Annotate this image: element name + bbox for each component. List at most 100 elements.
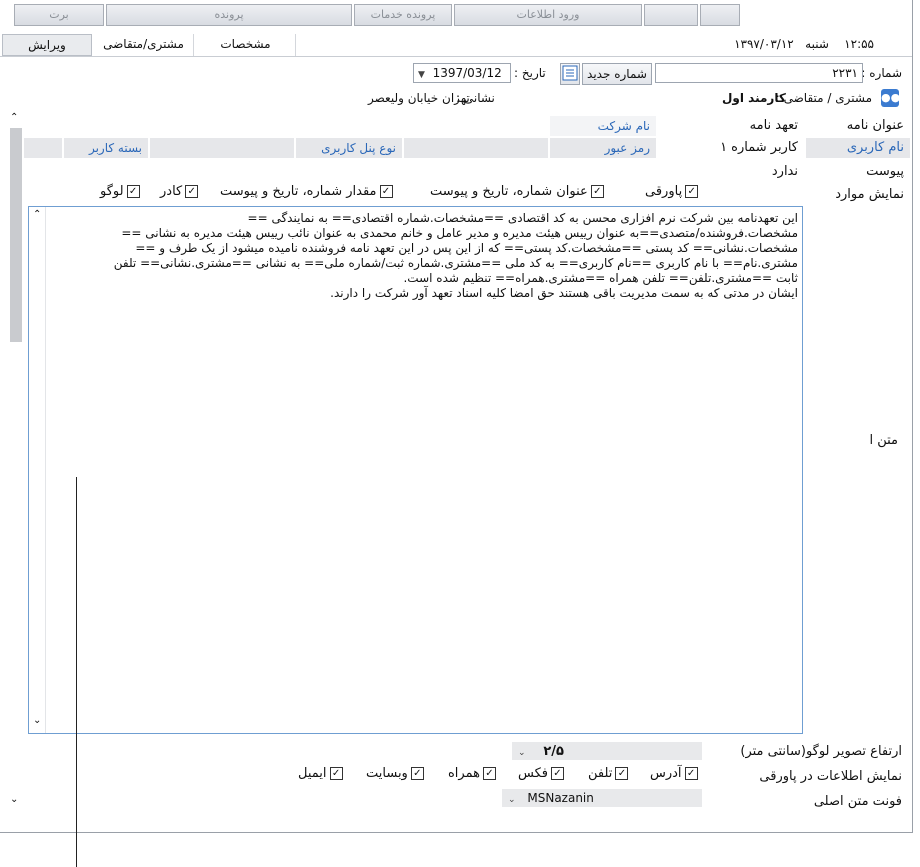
main-font-select[interactable]: ⌄ MSNazanin [502,789,702,807]
number-label: شماره : [861,66,902,80]
option-logo[interactable]: ✓لوگو [100,184,140,199]
footer-email-label: ایمیل [298,766,327,781]
title-label: عنوان نامه [846,118,904,133]
editor-line: این تعهدنامه بین شرکت نرم افزاری محسن به… [247,211,798,225]
editor-scrollbar[interactable]: ⌃ ⌄ [29,207,46,733]
option-value-number-date-label: مقدار شماره، تاریخ و پیوست [220,184,377,199]
footer-info-label: نمایش اطلاعات در پاورقی [759,769,902,784]
editor-line: مشخصات.فروشنده/متصدی==به عنوان رییس هیئت… [121,226,798,240]
tab-specs[interactable]: مشخصات [196,34,296,56]
company-name-field[interactable]: نام شرکت [550,116,656,136]
date: ۱۳۹۷/۰۳/۱۲ [734,37,794,51]
username-value[interactable]: کاربر شماره ۱ [658,138,804,158]
panel-type-value[interactable] [150,138,294,158]
top-tab-blank-1[interactable] [644,4,698,26]
footer-fax-label: فکس [518,766,548,781]
option-footer-label: پاورقی [645,184,683,199]
option-logo-label: لوگو [100,184,124,199]
number-input[interactable]: ۲۲۳۱ [655,63,863,83]
logo-height-label: ارتفاع تصویر لوگو(سانتی متر) [740,744,902,759]
checkbox-icon[interactable]: ✓ [685,185,699,198]
customer-label: مشتری / متقاضی : [775,91,872,105]
option-title-number-date-label: عنوان شماره، تاریخ و پیوست [430,184,588,199]
editor-content[interactable]: این تعهدنامه بین شرکت نرم افزاری محسن به… [47,211,798,301]
day: شنبه [805,37,829,51]
main-font-label: فونت متن اصلی [813,794,902,809]
checkbox-icon[interactable]: ✓ [410,767,424,780]
top-tab-services[interactable]: پرونده خدمات [354,4,452,26]
datetime: ۱۲:۵۵ شنبه ۱۳۹۷/۰۳/۱۲ [734,37,874,51]
main-window: برت پرونده پرونده خدمات ورود اطلاعات ویر… [0,0,913,867]
option-frame-label: کادر [160,184,183,199]
date-value: 1397/03/12 [432,66,502,80]
tab-customer[interactable]: مشتری/متقاضی [94,34,194,56]
footer-phone[interactable]: ✓تلفن [588,766,629,781]
checkbox-icon[interactable]: ✓ [482,767,496,780]
chevron-down-icon: ▼ [418,70,425,80]
new-number-button[interactable]: شماره جدید [582,63,652,85]
checkbox-icon[interactable]: ✓ [126,185,140,198]
checkbox-icon[interactable]: ✓ [615,767,629,780]
top-tab-blank-2[interactable] [700,4,740,26]
user-package-value[interactable] [24,138,62,158]
footer-website-label: وبسایت [366,766,408,781]
checkbox-icon[interactable]: ✓ [379,185,393,198]
editor-margin-line [76,477,77,867]
footer-mobile-label: همراه [448,766,480,781]
option-frame[interactable]: ✓کادر [160,184,199,199]
username-label: نام کاربری [806,138,910,158]
scroll-down-icon[interactable]: ⌄ [10,794,18,805]
customer-value: کارمند اول [722,91,786,105]
address-value: تهران خیابان ولیعصر [368,91,470,105]
title-value[interactable]: تعهد نامه [658,116,804,136]
letter-text-editor[interactable]: ⌃ ⌄ این تعهدنامه بین شرکت نرم افزاری محس… [28,206,803,867]
password-field[interactable]: رمز عبور [550,138,656,158]
footer-email[interactable]: ✓ایمیل [298,766,343,781]
date-label: تاریخ : [514,66,546,80]
panel-type-field[interactable]: نوع پنل کاربری [296,138,402,158]
footer-address-label: آدرس [650,766,682,781]
option-value-number-date[interactable]: ✓مقدار شماره، تاریخ و پیوست [220,184,393,199]
checkbox-icon[interactable]: ✓ [684,767,698,780]
date-picker[interactable]: ▼ 1397/03/12 [413,63,511,83]
chevron-down-icon: ⌄ [518,748,526,758]
checkbox-icon[interactable]: ✓ [590,185,604,198]
scroll-down-icon[interactable]: ⌄ [33,715,41,726]
main-font-value: MSNazanin [527,791,594,805]
footer-phone-label: تلفن [588,766,613,781]
editor-line: مشتری.نام== با نام کاربری ==نام کاربری==… [113,256,798,270]
attachment-label: پیوست [866,164,904,179]
top-tab-data-entry[interactable]: ورود اطلاعات [454,4,642,26]
option-footer[interactable]: ✓پاورقی [645,184,699,199]
editor-line: ثابت ==مشتری.تلفن== تلفن همراه ==مشتری.ه… [403,271,798,285]
time: ۱۲:۵۵ [844,37,874,51]
calculator-icon[interactable] [560,63,580,85]
chevron-down-icon: ⌄ [508,795,516,805]
option-title-number-date[interactable]: ✓عنوان شماره، تاریخ و پیوست [430,184,604,199]
top-tab-print[interactable]: برت [14,4,104,26]
people-icon[interactable]: ●● [881,89,900,107]
form-scrollbar[interactable]: ⌃ ⌄ [8,112,24,812]
top-tab-strip: برت پرونده پرونده خدمات ورود اطلاعات [8,4,904,26]
scroll-up-icon[interactable]: ⌃ [10,112,18,123]
top-tab-file[interactable]: پرونده [106,4,352,26]
checkbox-icon[interactable]: ✓ [185,185,199,198]
editor-line: ایشان در مدتی که به سمت مدیریت باقی هستن… [330,286,798,300]
footer-fax[interactable]: ✓فکس [518,766,564,781]
logo-height-value: ۲/۵ [543,744,564,759]
scrollbar-thumb[interactable] [10,128,22,342]
editor-label: متن ا [869,433,898,448]
footer-mobile[interactable]: ✓همراه [448,766,496,781]
checkbox-icon[interactable]: ✓ [550,767,564,780]
logo-height-select[interactable]: ⌄ ۲/۵ [512,742,702,760]
editor-line: مشخصات.نشانی== کد پستی ==مشخصات.کد پستی=… [135,241,798,255]
tab-edit[interactable]: ویرایش [2,34,92,56]
attachment-value[interactable]: ندارد [658,162,804,182]
user-package-field[interactable]: بسته کاربر [64,138,148,158]
checkbox-icon[interactable]: ✓ [329,767,343,780]
password-value[interactable] [404,138,548,158]
footer-website[interactable]: ✓وبسایت [366,766,424,781]
show-items-label: نمایش موارد [835,187,904,202]
footer-address[interactable]: ✓آدرس [650,766,698,781]
scroll-up-icon[interactable]: ⌃ [33,209,41,220]
